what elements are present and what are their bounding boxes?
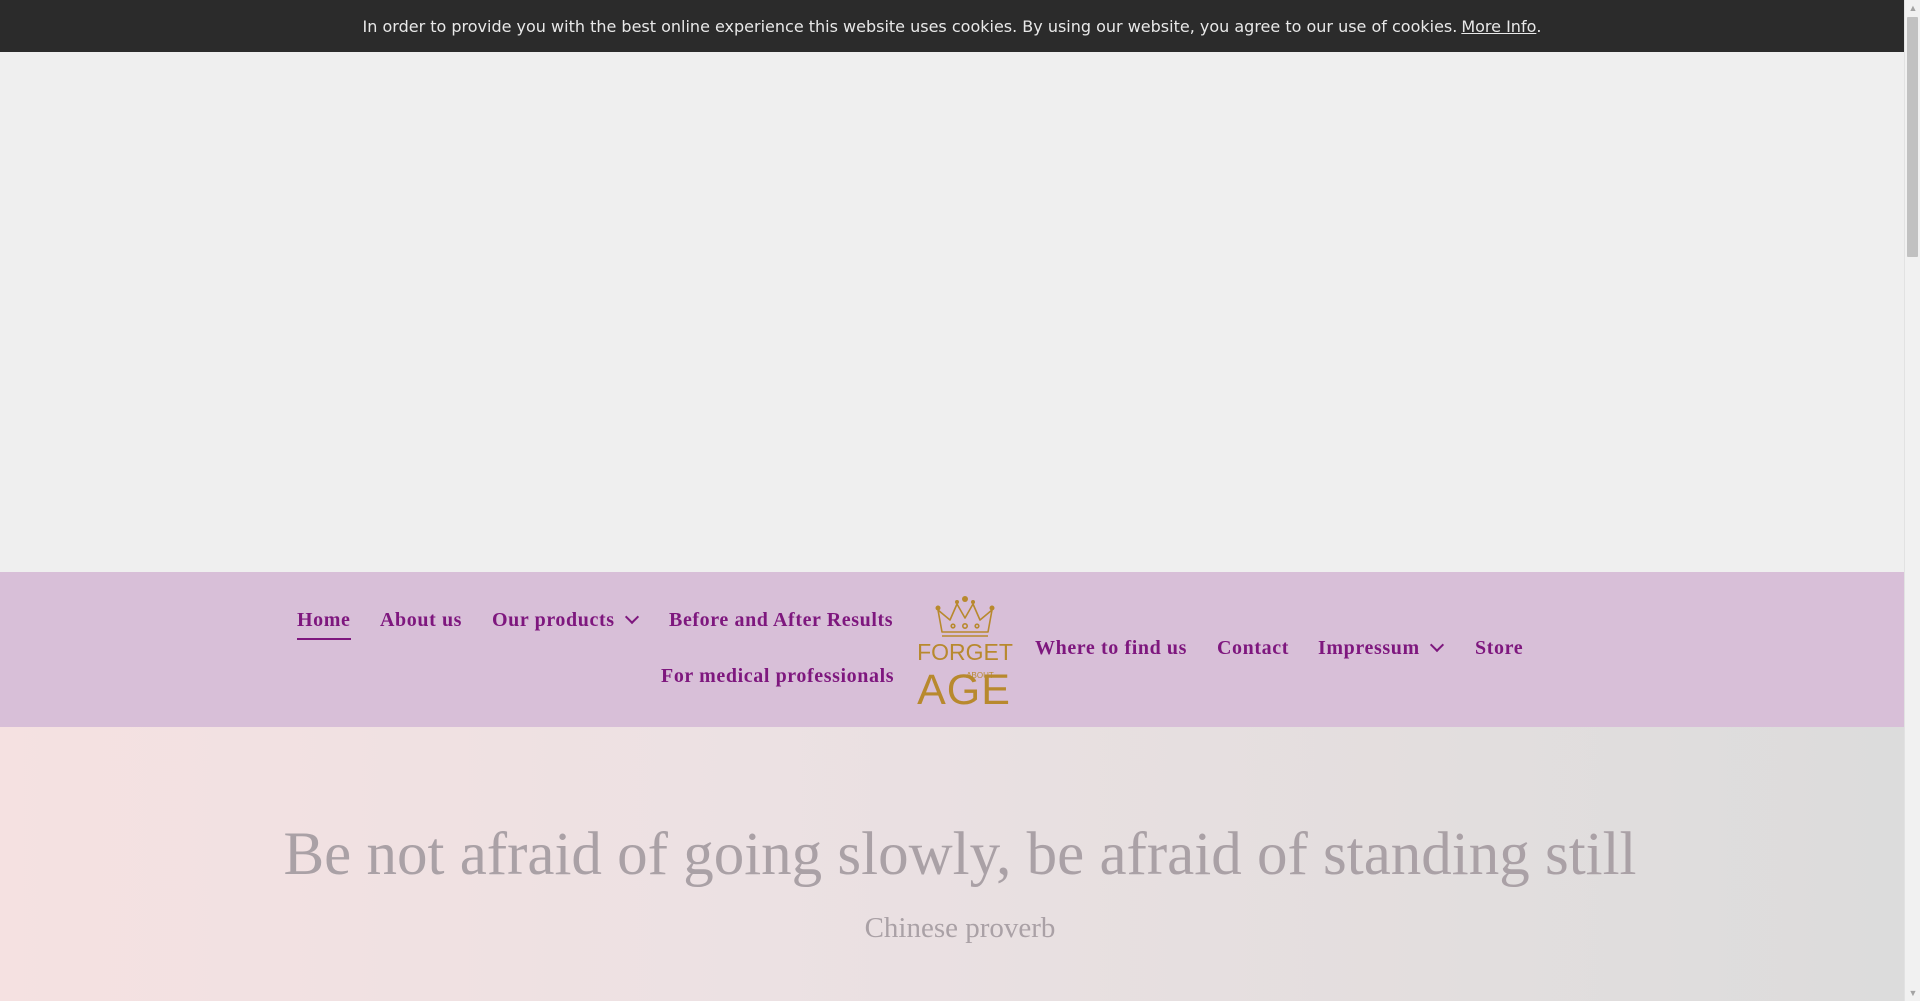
scroll-up-arrow-icon[interactable]: ▲ <box>1905 0 1920 16</box>
nav-our-products-label: Our products <box>492 609 615 631</box>
nav-our-products[interactable]: Our products <box>492 609 639 632</box>
chevron-down-icon <box>624 609 639 625</box>
nav-about-us[interactable]: About us <box>380 609 462 632</box>
logo-age-text: AGE <box>917 666 1011 708</box>
hero-image-area <box>0 52 1904 572</box>
cookie-trailing-period: . <box>1536 16 1542 36</box>
quote-section: Be not afraid of going slowly, be afraid… <box>0 727 1904 1001</box>
quote-attribution: Chinese proverb <box>864 912 1056 944</box>
scroll-down-arrow-icon[interactable]: ▼ <box>1905 985 1920 1001</box>
page: In order to provide you with the best on… <box>0 0 1920 1001</box>
nav-before-after-results[interactable]: Before and After Results <box>669 609 893 632</box>
scrollbar-thumb[interactable] <box>1907 17 1918 257</box>
nav-store[interactable]: Store <box>1475 637 1523 660</box>
cookie-more-info-link[interactable]: More Info <box>1461 17 1536 36</box>
nav-contact[interactable]: Contact <box>1217 637 1289 660</box>
crown-icon <box>935 596 995 637</box>
nav-for-medical-professionals[interactable]: For medical professionals <box>661 665 894 688</box>
logo-forget-text: FORGET <box>917 639 1013 665</box>
cookie-message: In order to provide you with the best on… <box>362 16 1458 36</box>
nav-impressum[interactable]: Impressum <box>1318 637 1444 660</box>
cookie-banner: In order to provide you with the best on… <box>0 0 1904 52</box>
quote-text: Be not afraid of going slowly, be afraid… <box>283 821 1637 888</box>
nav-home[interactable]: Home <box>297 609 351 640</box>
nav-where-to-find-us[interactable]: Where to find us <box>1035 637 1187 660</box>
nav-impressum-label: Impressum <box>1318 637 1420 659</box>
forget-about-age-logo[interactable]: FORGET ABOUT AGE <box>912 592 1018 708</box>
chevron-down-icon <box>1429 637 1444 653</box>
vertical-scrollbar[interactable]: ▲ ▼ <box>1904 0 1920 1001</box>
